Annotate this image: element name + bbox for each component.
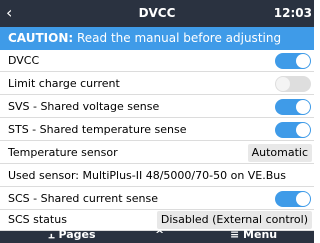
svs-label: SVS - Shared voltage sense [8, 100, 160, 113]
scs-label: SCS - Shared current sense [8, 192, 158, 205]
temperature-sensor-value[interactable]: Automatic [247, 144, 312, 162]
sts-row[interactable]: STS - Shared temperature sense [0, 119, 314, 141]
bottom-bar: ⫠ Pages ^ ≡ Menu [0, 228, 314, 243]
dvcc-toggle[interactable] [275, 53, 311, 69]
temperature-sensor-label: Temperature sensor [8, 146, 118, 159]
temperature-sensor-row[interactable]: Temperature sensor Automatic [0, 142, 314, 164]
toggle-knob [296, 54, 310, 68]
chevron-up-icon[interactable]: ^ [155, 228, 164, 242]
caution-banner: CAUTION: Read the manual before adjustin… [0, 27, 314, 50]
toggle-knob [296, 123, 310, 137]
caution-text: Read the manual before adjusting [73, 31, 282, 45]
toggle-knob [276, 77, 290, 91]
toggle-knob [296, 192, 310, 206]
used-sensor-label: Used sensor: MultiPlus-II 48/5000/70-50 … [8, 169, 287, 182]
dvcc-label: DVCC [8, 54, 40, 67]
dvcc-screen: ‹ DVCC 12:03 CAUTION: Read the manual be… [0, 0, 314, 243]
svs-row[interactable]: SVS - Shared voltage sense [0, 96, 314, 118]
limit-charge-current-toggle[interactable] [275, 76, 311, 92]
caution-label: CAUTION: [8, 31, 74, 45]
scs-row[interactable]: SCS - Shared current sense [0, 188, 314, 210]
limit-charge-current-label: Limit charge current [8, 77, 120, 90]
page-title: DVCC [138, 6, 176, 20]
scs-toggle[interactable] [275, 191, 311, 207]
menu-button[interactable]: ≡ Menu [230, 228, 277, 242]
clock: 12:03 [273, 6, 312, 20]
used-sensor-row: Used sensor: MultiPlus-II 48/5000/70-50 … [0, 165, 314, 187]
sts-label: STS - Shared temperature sense [8, 123, 187, 136]
title-bar: ‹ DVCC 12:03 [0, 0, 314, 27]
sts-toggle[interactable] [275, 122, 311, 138]
toggle-knob [296, 100, 310, 114]
dvcc-row[interactable]: DVCC [0, 50, 314, 72]
limit-charge-current-row[interactable]: Limit charge current [0, 73, 314, 95]
pages-button[interactable]: ⫠ Pages [48, 228, 96, 242]
scs-status-value: Disabled (External control) [156, 211, 312, 229]
svs-toggle[interactable] [275, 99, 311, 115]
